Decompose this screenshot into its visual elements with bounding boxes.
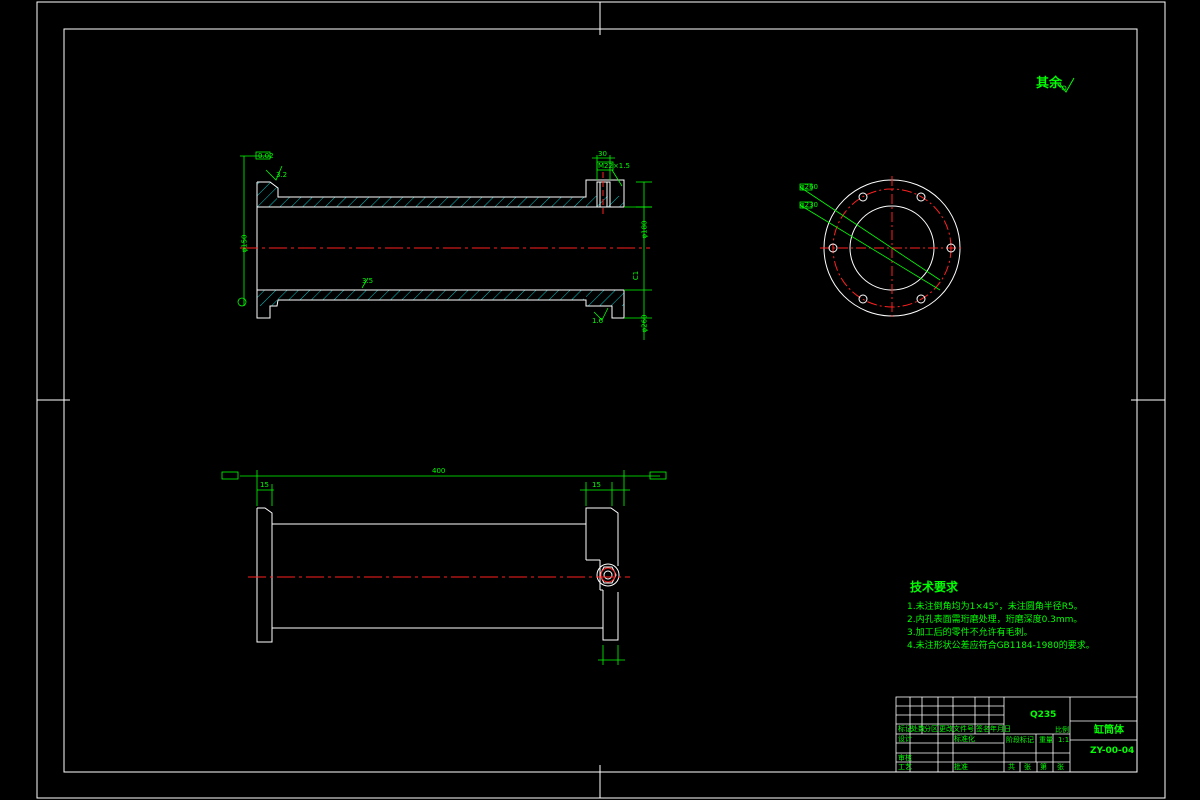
row-label-design: 设计 xyxy=(898,735,912,743)
overall-length-dimension: 400 xyxy=(432,467,446,475)
column-label: 分区 xyxy=(924,725,938,733)
row-label-process: 工艺 xyxy=(898,763,912,771)
approval-label: 批准 xyxy=(954,763,968,771)
requirement-item: 3.加工后的零件不允许有毛刺。 xyxy=(907,628,1033,638)
requirement-item: 4.未注形状公差应符合GB1184-1980的要求。 xyxy=(907,641,1095,651)
row-label-review: 审核 xyxy=(898,754,912,762)
bolt-circle-leader: φ230 xyxy=(800,201,818,209)
roughness-value-2: 1.6 xyxy=(592,317,604,325)
roughness-value-1: 3.2 xyxy=(276,171,288,179)
chamfer-dimension: C1 xyxy=(632,270,641,281)
front-section-view xyxy=(237,151,652,340)
outer-diameter-dimension: φ180 xyxy=(640,220,649,239)
scale-value: 1:1 xyxy=(1058,736,1070,744)
sheet-border xyxy=(36,1,1166,799)
requirement-item: 2.内孔表面需珩磨处理，珩磨深度0.3mm。 xyxy=(907,615,1083,625)
sheet-label: 共 xyxy=(1008,763,1015,771)
technical-requirements-title: 技术要求 xyxy=(910,580,959,594)
column-label: 更改文件号 xyxy=(939,725,974,733)
tolerance-frame: 0.02 xyxy=(258,152,274,160)
port-width-dimension: 30 xyxy=(598,150,607,158)
scale-label: 比例 xyxy=(1055,726,1069,734)
wall-thickness-dimension: 3.5 xyxy=(362,277,374,285)
sheet-label: 第 xyxy=(1040,763,1047,771)
flange-diameter-dimension: φ260 xyxy=(640,314,649,333)
end-view xyxy=(799,176,964,320)
column-label: 处数 xyxy=(911,725,925,733)
bore-diameter-dimension: φ150 xyxy=(240,234,249,253)
port-thread-dimension: M22×1.5 xyxy=(598,162,630,170)
stage-label: 阶段标记 xyxy=(1006,736,1034,744)
column-label: 签名 xyxy=(976,725,990,733)
sheet-label: 张 xyxy=(1024,763,1031,771)
weight-label: 重量 xyxy=(1039,736,1053,744)
drawing-number: ZY-00-04 xyxy=(1090,746,1135,756)
flange-thickness-right: 15 xyxy=(592,481,601,489)
row-label-mark: 标记 xyxy=(898,725,912,733)
roughness-symbol-icon xyxy=(1059,77,1075,93)
standardization-label: 标准化 xyxy=(954,735,975,743)
engineering-drawing xyxy=(36,1,1166,799)
top-view xyxy=(221,470,667,665)
flange-od-leader: φ260 xyxy=(800,183,818,191)
column-label: 年月日 xyxy=(990,725,1011,733)
flange-thickness-left: 15 xyxy=(260,481,269,489)
requirement-item: 1.未注倒角均为1×45°，未注圆角半径R5。 xyxy=(907,602,1083,612)
material-label: Q235 xyxy=(1030,710,1057,720)
surface-roughness-note: 其余 xyxy=(1036,76,1063,91)
part-name: 缸筒体 xyxy=(1094,725,1124,736)
sheet-label: 张 xyxy=(1057,763,1064,771)
